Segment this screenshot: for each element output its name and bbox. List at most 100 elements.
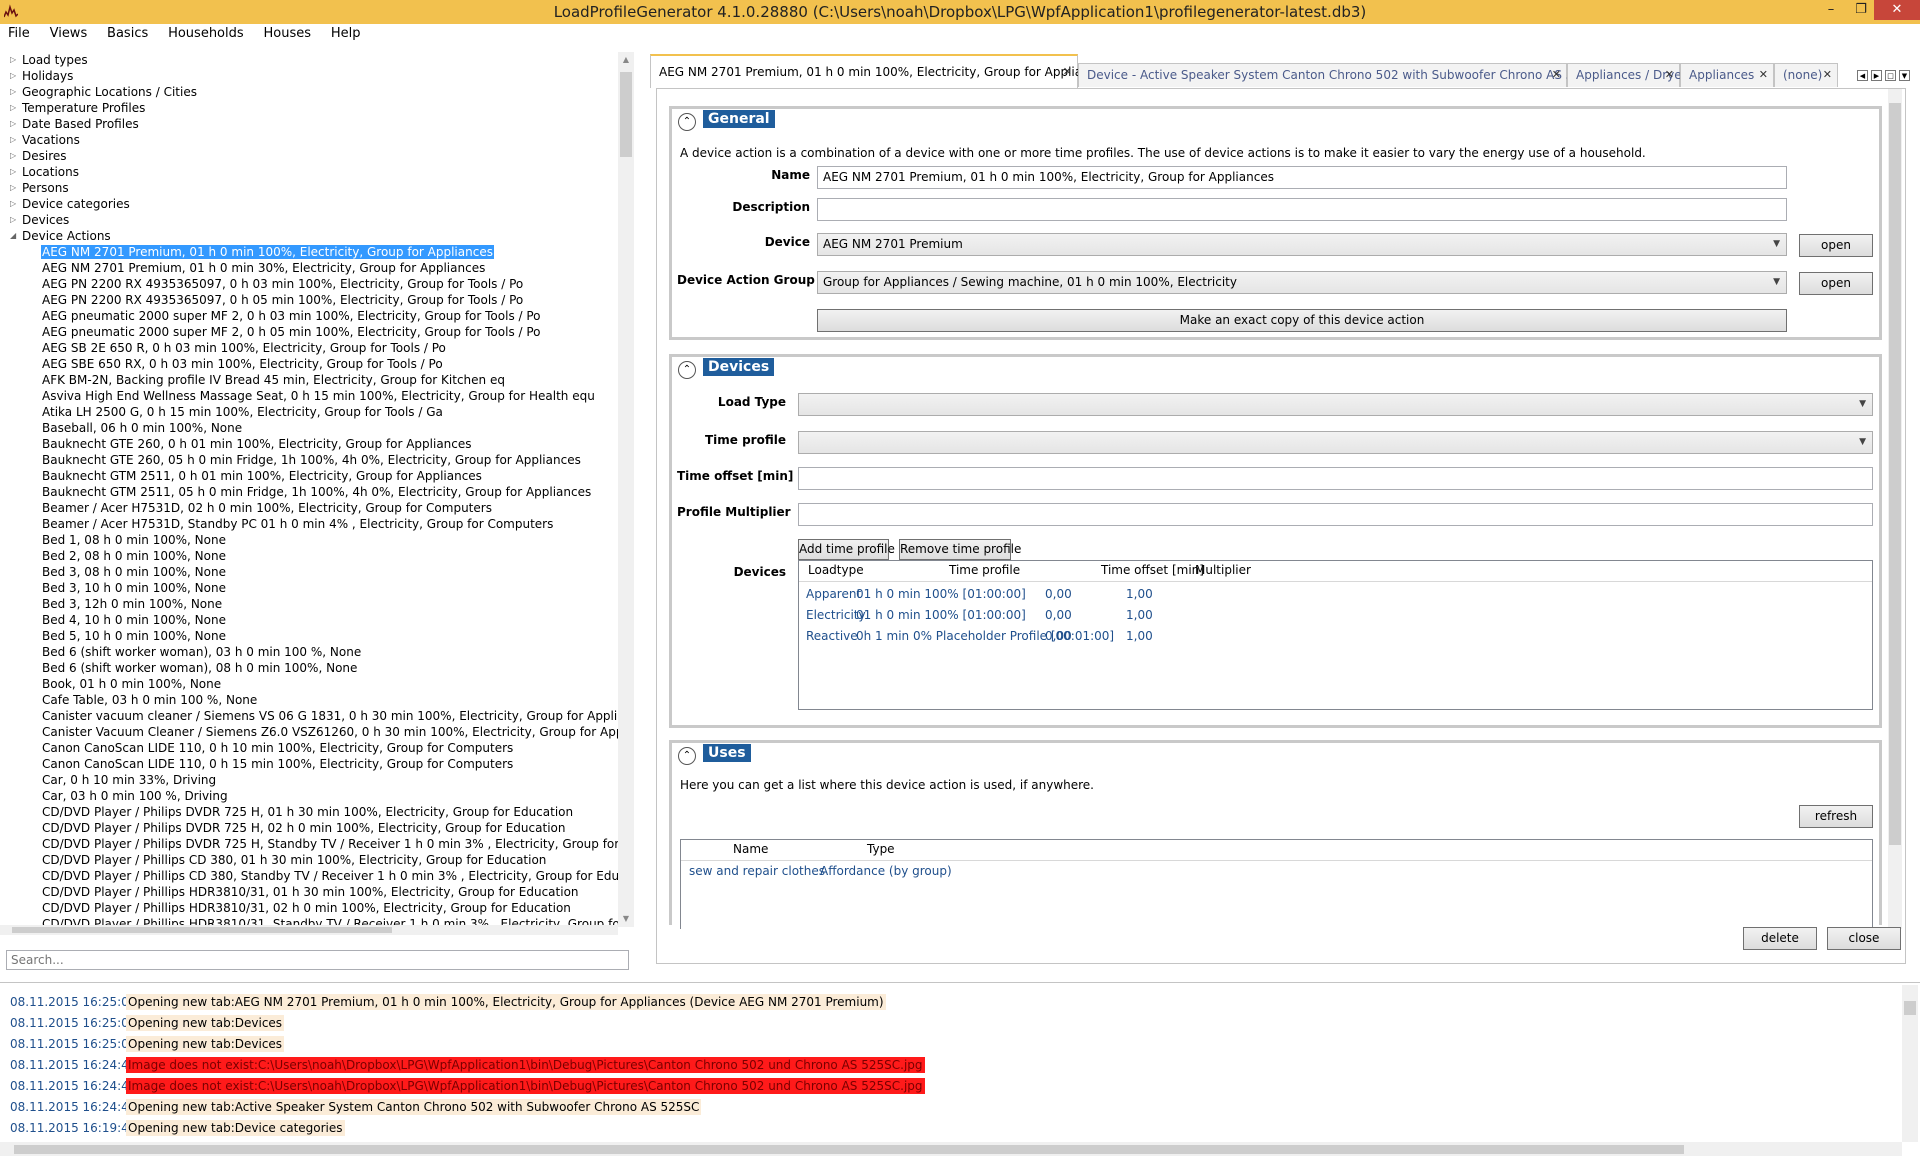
name-field[interactable]: AEG NM 2701 Premium, 01 h 0 min 100%, El…: [817, 166, 1787, 189]
scroll-thumb[interactable]: [14, 1145, 1684, 1154]
tree-node[interactable]: ▷ Vacations: [0, 132, 620, 148]
column-header-multiplier[interactable]: Multiplier: [1195, 563, 1251, 577]
tree-item[interactable]: CD/DVD Player / Phillips HDR3810/31, 01 …: [0, 884, 620, 900]
menu-basics[interactable]: Basics: [99, 24, 156, 44]
collapse-icon[interactable]: ⌃: [678, 361, 696, 379]
tree-node-device-actions[interactable]: ◢ Device Actions: [0, 228, 620, 244]
column-header-type[interactable]: Type: [867, 842, 895, 856]
profile-multiplier-field[interactable]: [798, 503, 1873, 526]
tree-item[interactable]: AEG NM 2701 Premium, 01 h 0 min 100%, El…: [0, 244, 620, 260]
tab-appliances[interactable]: Appliances ✕: [1680, 63, 1774, 87]
tree-node[interactable]: ▷ Holidays: [0, 68, 620, 84]
expand-arrow-icon[interactable]: ▷: [10, 100, 16, 116]
tree-node[interactable]: ▷ Device categories: [0, 196, 620, 212]
scroll-thumb[interactable]: [620, 72, 632, 157]
scroll-down-icon[interactable]: ▼: [618, 911, 634, 927]
device-action-group-select[interactable]: Group for Appliances / Sewing machine, 0…: [817, 271, 1787, 294]
refresh-button[interactable]: refresh: [1799, 805, 1873, 828]
tree-item[interactable]: CD/DVD Player / Philips DVDR 725 H, 02 h…: [0, 820, 620, 836]
scroll-thumb[interactable]: [12, 927, 392, 933]
menu-help[interactable]: Help: [323, 24, 369, 44]
description-field[interactable]: [817, 198, 1787, 221]
log-entry[interactable]: 08.11.2015 16:24:46Image does not exist:…: [10, 1056, 925, 1076]
expand-arrow-icon[interactable]: ▷: [10, 212, 16, 228]
time-profile-cell[interactable]: 0h 1 min 0% Placeholder Profile [00:01:0…: [856, 629, 1114, 643]
tree-node[interactable]: ▷ Persons: [0, 180, 620, 196]
scroll-up-icon[interactable]: ▲: [618, 52, 634, 68]
tab-scroll-right-icon[interactable]: ▶: [1871, 70, 1882, 81]
remove-time-profile-button[interactable]: Remove time profile: [899, 539, 1021, 560]
add-time-profile-button[interactable]: Add time profile: [798, 539, 895, 560]
loadtype-cell[interactable]: Reactive: [806, 629, 858, 643]
restore-button[interactable]: ❐: [1846, 0, 1876, 20]
log-vertical-scrollbar[interactable]: [1902, 985, 1918, 1142]
column-header-time-profile[interactable]: Time profile: [949, 563, 1020, 577]
expand-arrow-icon[interactable]: ▷: [10, 196, 16, 212]
column-header-loadtype[interactable]: Loadtype: [808, 563, 864, 577]
expand-arrow-icon[interactable]: ▷: [10, 84, 16, 100]
tree-item[interactable]: Bauknecht GTE 260, 05 h 0 min Fridge, 1h…: [0, 452, 620, 468]
scroll-thumb[interactable]: [1889, 103, 1901, 845]
load-type-select[interactable]: ▼: [798, 393, 1873, 416]
uses-table[interactable]: Name Type sew and repair clothes Afforda…: [680, 839, 1873, 929]
tree-item[interactable]: Canister Vacuum Cleaner / Siemens Z6.0 V…: [0, 724, 620, 740]
tab-device-speaker[interactable]: Device - Active Speaker System Canton Ch…: [1078, 63, 1605, 87]
scroll-thumb[interactable]: [1904, 1001, 1916, 1015]
tree-item[interactable]: Asviva High End Wellness Massage Seat, 0…: [0, 388, 620, 404]
devices-table[interactable]: Loadtype Time profile Time offset [min] …: [798, 560, 1873, 710]
tree-item[interactable]: Beamer / Acer H7531D, Standby PC 01 h 0 …: [0, 516, 620, 532]
time-offset-cell[interactable]: 0,00: [1045, 629, 1072, 643]
tree-item[interactable]: CD/DVD Player / Philips DVDR 725 H, 01 h…: [0, 804, 620, 820]
tree-item[interactable]: Cafe Table, 03 h 0 min 100 %, None: [0, 692, 620, 708]
log-entry[interactable]: 08.11.2015 16:19:46Opening new tab:Devic…: [10, 1119, 345, 1139]
time-offset-field[interactable]: [798, 467, 1873, 490]
tab-device-action[interactable]: AEG NM 2701 Premium, 01 h 0 min 100%, El…: [650, 54, 1110, 88]
tree-item[interactable]: Bed 3, 12h 0 min 100%, None: [0, 596, 620, 612]
tab-close-icon[interactable]: ✕: [1823, 64, 1832, 86]
tree-item[interactable]: AEG PN 2200 RX 4935365097, 0 h 05 min 10…: [0, 292, 620, 308]
expand-arrow-icon[interactable]: ▷: [10, 132, 16, 148]
collapse-icon[interactable]: ⌃: [678, 113, 696, 131]
tree-item[interactable]: Bed 5, 10 h 0 min 100%, None: [0, 628, 620, 644]
expand-arrow-icon[interactable]: ▷: [10, 180, 16, 196]
menu-houses[interactable]: Houses: [255, 24, 319, 44]
tree-item[interactable]: CD/DVD Player / Phillips HDR3810/31, 02 …: [0, 900, 620, 916]
time-profile-select[interactable]: ▼: [798, 431, 1873, 454]
log-entry[interactable]: 08.11.2015 16:25:03Opening new tab:AEG N…: [10, 993, 886, 1013]
tree-item[interactable]: Beamer / Acer H7531D, 02 h 0 min 100%, E…: [0, 500, 620, 516]
collapse-icon[interactable]: ⌃: [678, 747, 696, 765]
tree-item[interactable]: Bed 6 (shift worker woman), 08 h 0 min 1…: [0, 660, 620, 676]
close-button[interactable]: close: [1827, 927, 1901, 950]
tree-horizontal-scrollbar[interactable]: [0, 925, 618, 935]
tab-close-icon[interactable]: ✕: [1665, 64, 1674, 86]
expand-arrow-icon[interactable]: ▷: [10, 52, 16, 68]
tree-node[interactable]: ▷ Temperature Profiles: [0, 100, 620, 116]
tab-close-icon[interactable]: ✕: [1063, 56, 1072, 88]
open-group-button[interactable]: open: [1799, 272, 1873, 295]
tree-item[interactable]: AEG PN 2200 RX 4935365097, 0 h 03 min 10…: [0, 276, 620, 292]
tree-item[interactable]: Car, 0 h 10 min 33%, Driving: [0, 772, 620, 788]
open-device-button[interactable]: open: [1799, 234, 1873, 257]
time-profile-cell[interactable]: 01 h 0 min 100% [01:00:00]: [856, 587, 1026, 601]
uses-row-type[interactable]: Affordance (by group): [820, 864, 952, 878]
tree-item[interactable]: Bauknecht GTE 260, 0 h 01 min 100%, Elec…: [0, 436, 620, 452]
tab-list-icon[interactable]: □: [1885, 70, 1896, 81]
tree-node[interactable]: ▷ Load types: [0, 52, 620, 68]
expand-arrow-icon[interactable]: ▷: [10, 68, 16, 84]
tab-none[interactable]: (none) ✕: [1774, 63, 1838, 87]
tree-item[interactable]: Baseball, 06 h 0 min 100%, None: [0, 420, 620, 436]
tab-menu-icon[interactable]: ▼: [1899, 70, 1910, 81]
time-offset-cell[interactable]: 0,00: [1045, 587, 1072, 601]
copy-device-action-button[interactable]: Make an exact copy of this device action: [817, 309, 1787, 332]
tree-item[interactable]: AEG SB 2E 650 R, 0 h 03 min 100%, Electr…: [0, 340, 620, 356]
minimize-button[interactable]: –: [1816, 0, 1846, 20]
tree-item[interactable]: CD/DVD Player / Philips DVDR 725 H, Stan…: [0, 836, 620, 852]
log-entry[interactable]: 08.11.2015 16:24:46Image does not exist:…: [10, 1077, 925, 1097]
column-header-time-offset[interactable]: Time offset [min]: [1101, 563, 1204, 577]
tree-item[interactable]: Bed 4, 10 h 0 min 100%, None: [0, 612, 620, 628]
tree-item[interactable]: Bauknecht GTM 2511, 05 h 0 min Fridge, 1…: [0, 484, 620, 500]
column-header-name[interactable]: Name: [733, 842, 768, 856]
close-window-button[interactable]: ✕: [1874, 0, 1920, 20]
tree-item[interactable]: AFK BM-2N, Backing profile IV Bread 45 m…: [0, 372, 620, 388]
log-entry[interactable]: 08.11.2015 16:25:02Opening new tab:Devic…: [10, 1014, 285, 1034]
